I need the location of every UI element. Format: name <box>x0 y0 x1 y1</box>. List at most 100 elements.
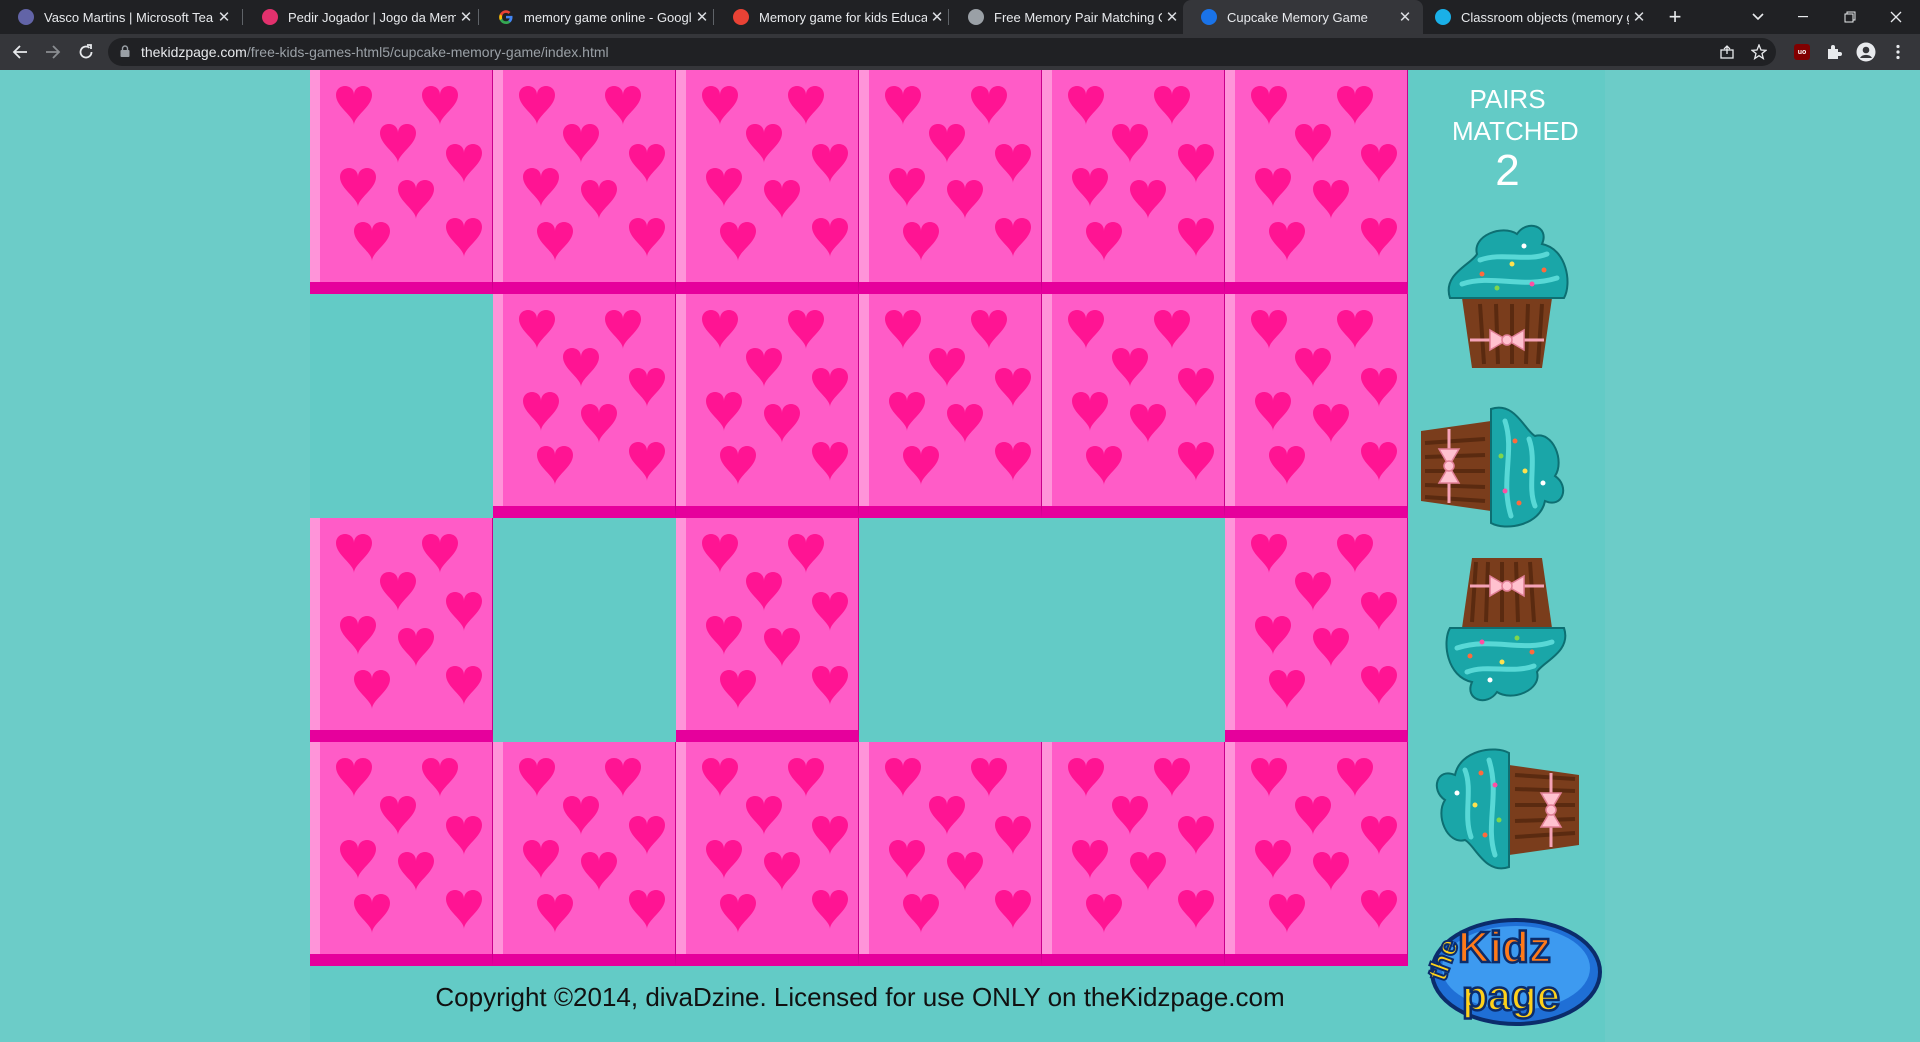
address-bar[interactable]: thekidzpage.com/free-kids-games-html5/cu… <box>108 38 1776 66</box>
browser-tab[interactable]: Free Memory Pair Matching Game✕ <box>950 0 1190 34</box>
restore-button[interactable] <box>1828 0 1872 34</box>
arrow-right-icon <box>46 45 61 59</box>
star-icon <box>1751 44 1767 60</box>
forward-button[interactable] <box>41 40 65 64</box>
close-tab-icon[interactable]: ✕ <box>456 8 476 26</box>
tab-separator <box>713 9 714 25</box>
browser-toolbar: thekidzpage.com/free-kids-games-html5/cu… <box>0 34 1920 70</box>
url-text: thekidzpage.com/free-kids-games-html5/cu… <box>141 44 609 60</box>
browser-tab[interactable]: Cupcake Memory Game ✕ <box>1183 0 1423 34</box>
arrow-left-icon <box>12 45 27 59</box>
memory-card[interactable] <box>1225 742 1408 966</box>
ublock-icon: uo <box>1794 44 1810 60</box>
teams-icon <box>18 9 34 25</box>
memory-card[interactable] <box>859 742 1042 966</box>
tab-separator <box>948 9 949 25</box>
memory-card[interactable] <box>676 742 859 966</box>
tab-title: Classroom objects (memory game) <box>1461 9 1629 25</box>
game-stage: PAIRS MATCHED 2 the Kidz page Copyright … <box>310 70 1605 1042</box>
memory-card[interactable] <box>493 742 676 966</box>
chevron-down-icon <box>1752 13 1764 21</box>
puzzle-icon <box>1828 45 1842 59</box>
tab-strip: Vasco Martins | Microsoft Teams ✕ Pedir Jo… <box>0 0 1920 34</box>
close-tab-icon[interactable]: ✕ <box>692 8 712 26</box>
ublock-extension-button[interactable]: uo <box>1790 40 1814 64</box>
close-tab-icon[interactable]: ✕ <box>214 8 234 26</box>
browser-tab[interactable]: Vasco Martins | Microsoft Teams ✕ <box>0 0 242 34</box>
restore-icon <box>1844 11 1856 23</box>
avatar-icon <box>1856 42 1876 62</box>
heart-pattern-icon <box>885 310 1031 485</box>
close-tab-icon[interactable]: ✕ <box>1629 8 1649 26</box>
pairs-matched-count: 2 <box>1495 146 1520 195</box>
memory-card[interactable] <box>1225 518 1408 742</box>
logo-kidz: Kidz <box>1458 923 1551 972</box>
heart-pattern-icon <box>336 534 482 709</box>
heart-pattern-icon <box>519 310 665 485</box>
profile-button[interactable] <box>1854 40 1878 64</box>
memory-card[interactable] <box>1225 70 1408 294</box>
browser-tab[interactable]: Classroom objects (memory game)✕ <box>1417 0 1657 34</box>
browser-menu-button[interactable] <box>1886 40 1910 64</box>
heart-pattern-icon <box>1068 758 1214 933</box>
memory-card[interactable] <box>676 70 859 294</box>
tab-search-button[interactable] <box>1736 0 1780 34</box>
memory-card[interactable] <box>676 518 859 742</box>
memory-card[interactable] <box>1042 70 1225 294</box>
close-tab-icon[interactable]: ✕ <box>1162 8 1182 26</box>
site-icon <box>262 9 278 25</box>
url-path: /free-kids-games-html5/cupcake-memory-ga… <box>246 44 609 60</box>
heart-pattern-icon <box>1251 310 1397 485</box>
close-icon <box>1890 11 1902 23</box>
close-tab-icon[interactable]: ✕ <box>1395 8 1415 26</box>
memory-card[interactable] <box>493 70 676 294</box>
memory-card[interactable] <box>310 70 493 294</box>
heart-pattern-icon <box>702 86 848 261</box>
memory-card[interactable] <box>859 70 1042 294</box>
kidzpage-logo[interactable]: the Kidz page <box>1416 910 1604 1028</box>
tab-title: memory game online - Google Search <box>524 9 692 25</box>
tab-title: Memory game for kids Educational <box>759 9 927 25</box>
matched-cupcake-icon <box>1445 558 1567 702</box>
pairs-matched-label: PAIRS MATCHED <box>1452 84 1579 146</box>
memory-card[interactable] <box>1042 294 1225 518</box>
share-button[interactable] <box>1715 40 1739 64</box>
heart-pattern-icon <box>519 758 665 933</box>
memory-card[interactable] <box>676 294 859 518</box>
heart-pattern-icon <box>336 758 482 933</box>
browser-tab[interactable]: memory game online - Google Search✕ <box>480 0 720 34</box>
site-icon <box>1435 9 1451 25</box>
extensions-button[interactable] <box>1822 40 1846 64</box>
kidzpage-icon <box>1201 9 1217 25</box>
back-button[interactable] <box>8 40 32 64</box>
bookmark-button[interactable] <box>1747 40 1771 64</box>
tab-title: Pedir Jogador | Jogo da Memória <box>288 9 456 25</box>
close-window-button[interactable] <box>1874 0 1918 34</box>
matched-cupcake-icon <box>1435 748 1579 870</box>
heart-pattern-icon <box>702 310 848 485</box>
tab-title: Vasco Martins | Microsoft Teams <box>44 9 214 25</box>
reload-icon <box>79 44 93 59</box>
memory-card[interactable] <box>1042 742 1225 966</box>
new-tab-button[interactable]: + <box>1662 4 1688 30</box>
browser-tab[interactable]: Memory game for kids Educational✕ <box>715 0 955 34</box>
url-host: thekidzpage.com <box>141 44 247 60</box>
heart-pattern-icon <box>1251 86 1397 261</box>
heart-pattern-icon <box>702 534 848 709</box>
memory-card[interactable] <box>310 518 493 742</box>
minimize-button[interactable] <box>1782 0 1826 34</box>
memory-card[interactable] <box>310 742 493 966</box>
matched-cupcake-icon <box>1421 406 1565 528</box>
reload-button[interactable] <box>74 40 98 64</box>
memory-card[interactable] <box>493 294 676 518</box>
share-icon <box>1720 45 1734 59</box>
close-tab-icon[interactable]: ✕ <box>927 8 947 26</box>
heart-pattern-icon <box>1251 758 1397 933</box>
memory-card[interactable] <box>859 294 1042 518</box>
heart-pattern-icon <box>1251 534 1397 709</box>
memory-card[interactable] <box>1225 294 1408 518</box>
heart-pattern-icon <box>1068 310 1214 485</box>
browser-tab[interactable]: Pedir Jogador | Jogo da Memória✕ <box>244 0 484 34</box>
logo-page: page <box>1462 972 1560 1019</box>
minimize-icon <box>1798 16 1808 18</box>
